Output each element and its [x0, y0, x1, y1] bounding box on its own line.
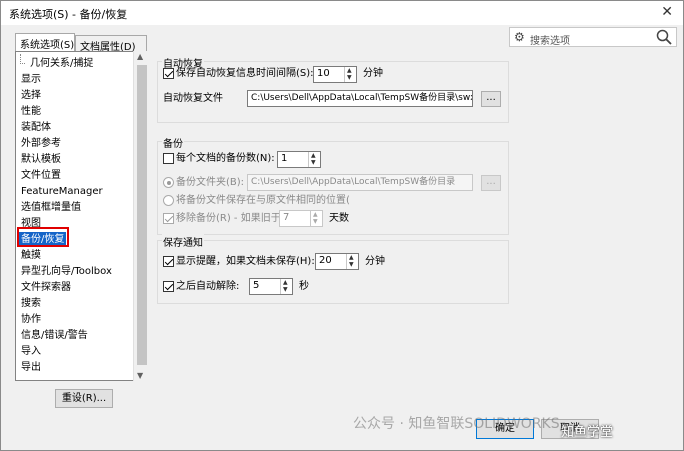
sidebar-item-messages-errors-warnings[interactable]: 信息/错误/警告 [21, 328, 88, 343]
gear-icon: ⚙ [514, 30, 525, 44]
search-icon[interactable] [655, 28, 673, 49]
search-placeholder: 搜索选项 [530, 36, 570, 47]
spin-down-icon[interactable]: ▼ [347, 75, 352, 81]
spin-down-icon[interactable]: ▼ [349, 262, 354, 268]
window-title: 系统选项(S) - 备份/恢复 [9, 8, 128, 21]
save-notice-prompt-checkbox[interactable] [163, 256, 174, 267]
autorecover-file-label: 自动恢复文件 [163, 93, 223, 104]
save-notice-dismiss-stepper[interactable]: 5 ▲ ▼ [249, 278, 293, 295]
save-notice-prompt-label: 显示提醒，如果文档未保存(H): [176, 256, 315, 267]
sidebar-item-touch[interactable]: 触摸 [21, 248, 41, 263]
scroll-down-icon[interactable]: ▼ [137, 371, 143, 380]
backup-copies-stepper[interactable]: 1 ▲ ▼ [277, 151, 321, 168]
scroll-up-icon[interactable]: ▲ [137, 52, 143, 61]
save-notice-dismiss-checkbox[interactable] [163, 281, 174, 292]
sidebar-item-collaboration[interactable]: 协作 [21, 312, 41, 327]
sidebar-item-file-explorer[interactable]: 文件探索器 [21, 280, 71, 295]
sidebar-item-spin-box-increments[interactable]: 选值框增量值 [21, 200, 81, 215]
backup-folder-path[interactable]: C:\Users\Dell\AppData\Local\TempSW备份目录 [247, 174, 473, 191]
spin-down-icon[interactable]: ▼ [313, 219, 318, 225]
sidebar-scrollbar[interactable]: ▲ ▼ [133, 51, 149, 381]
save-notice-group [157, 240, 509, 304]
title-bar: 系统选项(S) - 备份/恢复 ✕ [1, 1, 683, 25]
sidebar-item-performance[interactable]: 性能 [21, 104, 41, 119]
autorecover-interval-unit: 分钟 [363, 68, 383, 79]
backup-same-location-label: 将备份文件保存在与原文件相同的位置( [176, 195, 350, 206]
watermark-text: 公众号 · 知鱼智联SOLIDWORKS [353, 416, 560, 432]
backup-folder-label: 备份文件夹(B): [176, 177, 245, 188]
backup-folder-browse-button[interactable]: ... [481, 175, 501, 191]
backup-same-location-radio[interactable] [163, 195, 174, 206]
sidebar-item-selection[interactable]: 选择 [21, 88, 41, 103]
save-notice-prompt-stepper[interactable]: 20 ▲ ▼ [315, 253, 359, 270]
sidebar-item-search[interactable]: 搜索 [21, 296, 41, 311]
backup-copies-label: 每个文档的备份数(N): [176, 153, 275, 164]
autorecover-file-path[interactable]: C:\Users\Dell\AppData\Local\TempSW备份目录\s… [247, 90, 473, 107]
sidebar-item-assemblies[interactable]: 装配体 [21, 120, 51, 135]
backup-remove-label: 移除备份(R) - 如果旧于 [176, 213, 281, 224]
options-tree: 几何关系/捕捉 显示 选择 性能 装配体 外部参考 默认模板 文件位置 Feat… [15, 51, 149, 381]
spin-down-icon[interactable]: ▼ [283, 287, 288, 293]
autorecover-interval-stepper[interactable]: 10 ▲ ▼ [313, 66, 357, 83]
sidebar-item-export[interactable]: 导出 [21, 360, 41, 375]
backup-remove-unit: 天数 [329, 213, 349, 224]
sidebar-item-display[interactable]: 显示 [21, 72, 41, 87]
save-notice-prompt-unit: 分钟 [365, 256, 385, 267]
sidebar-item-featuremanager[interactable]: FeatureManager [21, 184, 103, 199]
autorecover-save-label: 保存自动恢复信息时间间隔(S): [176, 68, 314, 79]
backup-copies-checkbox[interactable] [163, 153, 174, 164]
backup-remove-days-stepper[interactable]: 7 ▲ ▼ [279, 210, 323, 227]
save-notice-dismiss-unit: 秒 [299, 281, 309, 292]
sidebar-item-external-references[interactable]: 外部参考 [21, 136, 61, 151]
backup-folder-radio[interactable] [163, 177, 174, 188]
close-icon[interactable]: ✕ [661, 4, 673, 20]
autorecover-checkbox[interactable] [163, 68, 174, 79]
save-notice-dismiss-label: 之后自动解除: [176, 281, 240, 292]
tab-system-options[interactable]: 系统选项(S) [15, 33, 75, 52]
search-input[interactable]: ⚙ 搜索选项 [509, 27, 677, 47]
sidebar-item-import[interactable]: 导入 [21, 344, 41, 359]
options-dialog: 系统选项(S) - 备份/恢复 ✕ ⚙ 搜索选项 系统选项(S) 文档属性(D)… [0, 0, 684, 451]
save-notice-group-label: 保存通知 [162, 234, 204, 249]
sidebar-item-relations-snaps[interactable]: 几何关系/捕捉 [19, 54, 93, 71]
selection-highlight-frame [17, 227, 69, 247]
scrollbar-thumb[interactable] [137, 65, 147, 365]
backup-remove-checkbox[interactable] [163, 213, 174, 224]
sidebar-item-file-locations[interactable]: 文件位置 [21, 168, 61, 183]
sidebar-item-default-templates[interactable]: 默认模板 [21, 152, 61, 167]
watermark-overlay: 知鱼学堂 [561, 425, 614, 440]
backup-group-label: 备份 [162, 135, 184, 150]
sidebar-item-hole-wizard-toolbox[interactable]: 异型孔向导/Toolbox [21, 264, 112, 279]
tab-document-properties[interactable]: 文档属性(D) [75, 35, 147, 53]
spin-down-icon[interactable]: ▼ [311, 160, 316, 166]
reset-button[interactable]: 重设(R)... [55, 389, 113, 408]
autorecover-browse-button[interactable]: ... [481, 91, 501, 107]
